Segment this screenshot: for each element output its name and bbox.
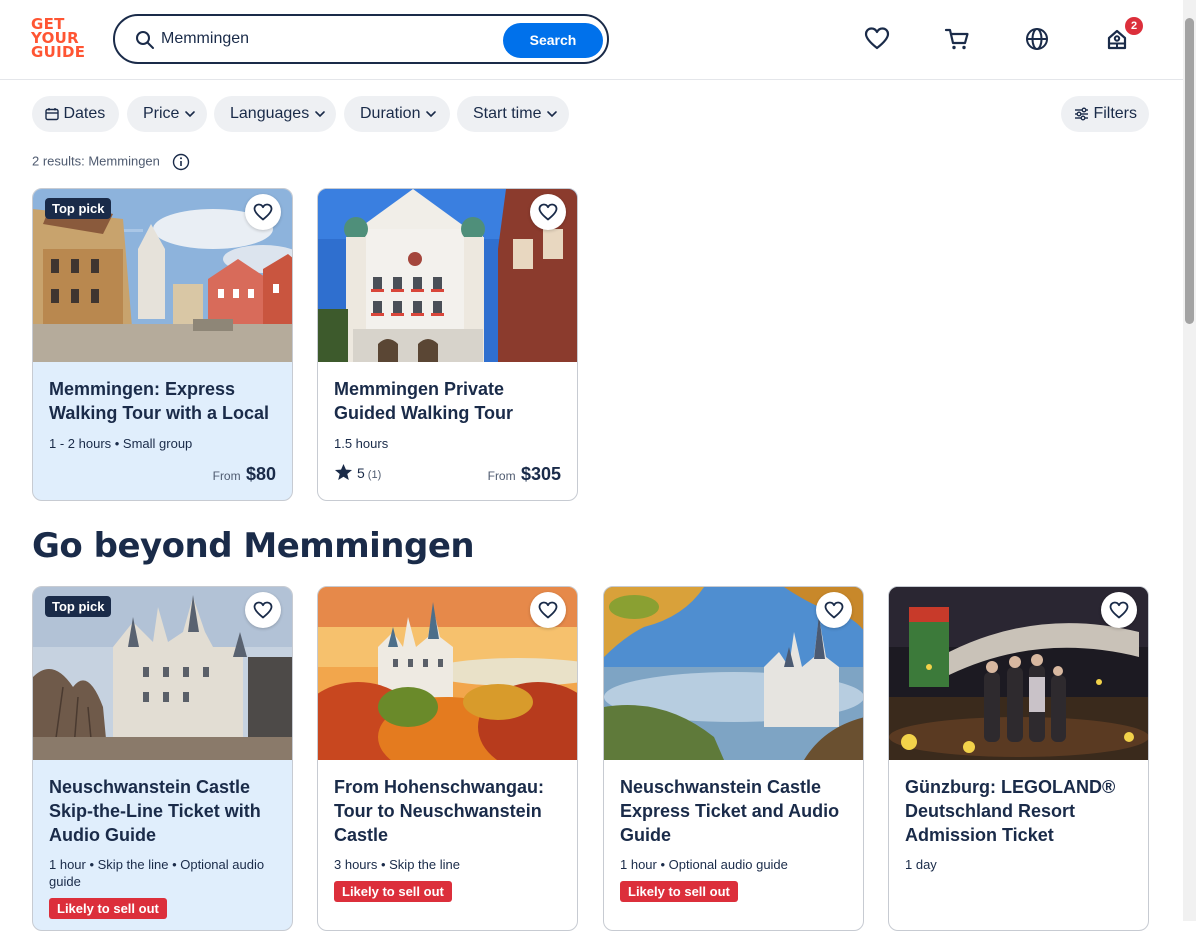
rating-value: 5 [357,465,365,481]
add-to-wishlist-button[interactable] [245,592,281,628]
results-summary: 2 results: Memmingen [32,153,190,171]
price-value: $80 [245,464,276,484]
section-heading: Go beyond Memmingen [32,526,475,566]
price-from-label: From [212,469,241,483]
activity-details: 1 - 2 hours • Small group [49,436,193,451]
search-button[interactable]: Search [503,23,603,58]
site-header: GET YOUR GUIDE Memmingen Search 2 [0,0,1183,80]
globe-icon[interactable] [1024,26,1050,52]
activity-details: 1.5 hours [334,436,389,451]
heart-outline-icon [538,203,558,221]
languages-filter-label: Languages [230,105,310,122]
dates-filter-label: Dates [63,105,106,122]
price-filter-label: Price [143,105,180,122]
star-icon [334,463,353,481]
results-count-text: 2 results: Memmingen [32,153,160,169]
page-scrollbar[interactable] [1183,0,1196,921]
activity-title[interactable]: Neuschwanstein Castle Skip-the-Line Tick… [49,775,279,847]
scrollbar-thumb[interactable] [1185,18,1194,324]
activity-card[interactable]: Neuschwanstein Castle Express Ticket and… [603,586,864,931]
heart-outline-icon [538,601,558,619]
activity-title[interactable]: Neuschwanstein Castle Express Ticket and… [620,775,850,847]
chevron-down-icon [185,110,195,117]
add-to-wishlist-button[interactable] [245,194,281,230]
dates-filter-chip[interactable]: Dates [32,96,119,132]
activity-title[interactable]: From Hohenschwangau: Tour to Neuschwanst… [334,775,564,847]
top-pick-badge: Top pick [45,198,112,219]
add-to-wishlist-button[interactable] [530,592,566,628]
activity-card[interactable]: Memmingen Private Guided Walking Tour 1.… [317,188,578,501]
search-icon [136,31,154,49]
activity-price: From $305 [488,464,561,485]
likely-to-sell-out-badge: Likely to sell out [334,881,452,902]
review-count: (1) [367,469,382,481]
chevron-down-icon [547,110,557,117]
duration-filter-label: Duration [360,105,421,122]
duration-filter-chip[interactable]: Duration [344,96,450,132]
search-bar[interactable]: Memmingen Search [113,14,609,64]
chevron-down-icon [314,110,325,117]
info-icon[interactable] [172,153,190,171]
activity-card[interactable]: Top pick Memmingen: Express Walking Tour… [32,188,293,501]
activity-details: 1 day [905,857,937,872]
logo-line-3: GUIDE [31,43,86,61]
all-filters-label: Filters [1093,105,1138,122]
activity-rating: 5 (1) [334,463,381,481]
start-time-filter-label: Start time [473,105,542,122]
activity-title[interactable]: Günzburg: LEGOLAND® Deutschland Resort A… [905,775,1135,847]
cart-icon[interactable] [944,26,970,52]
price-from-label: From [487,469,516,483]
activity-details: 1 hour • Optional audio guide [620,857,788,872]
activity-price: From $80 [213,464,276,485]
price-filter-chip[interactable]: Price [127,96,207,132]
activity-card[interactable]: Günzburg: LEGOLAND® Deutschland Resort A… [888,586,1149,931]
heart-outline-icon [824,601,844,619]
activity-title[interactable]: Memmingen: Express Walking Tour with a L… [49,377,279,425]
heart-outline-icon [1109,601,1129,619]
bookings-count-badge: 2 [1125,17,1143,35]
activity-card[interactable]: Top pick Neuschwanstein Castle Skip-the-… [32,586,293,931]
add-to-wishlist-button[interactable] [1101,592,1137,628]
activity-title[interactable]: Memmingen Private Guided Walking Tour [334,377,564,425]
languages-filter-chip[interactable]: Languages [214,96,336,132]
getyourguide-logo[interactable]: GET YOUR GUIDE [31,17,91,63]
start-time-filter-chip[interactable]: Start time [457,96,569,132]
heart-outline-icon [253,203,273,221]
likely-to-sell-out-badge: Likely to sell out [49,898,167,919]
chevron-down-icon [426,110,436,117]
add-to-wishlist-button[interactable] [816,592,852,628]
wishlist-heart-icon[interactable] [864,26,890,52]
top-pick-badge: Top pick [45,596,112,617]
search-input[interactable]: Memmingen [161,30,249,48]
add-to-wishlist-button[interactable] [530,194,566,230]
heart-outline-icon [253,601,273,619]
activity-details: 3 hours • Skip the line [334,857,460,872]
activity-details: 1 hour • Skip the line • Optional audio … [49,857,265,889]
activity-card[interactable]: From Hohenschwangau: Tour to Neuschwanst… [317,586,578,931]
sliders-icon [1075,107,1088,121]
all-filters-button[interactable]: Filters [1061,96,1149,132]
likely-to-sell-out-badge: Likely to sell out [620,881,738,902]
calendar-icon [45,107,59,120]
price-value: $305 [520,464,561,484]
